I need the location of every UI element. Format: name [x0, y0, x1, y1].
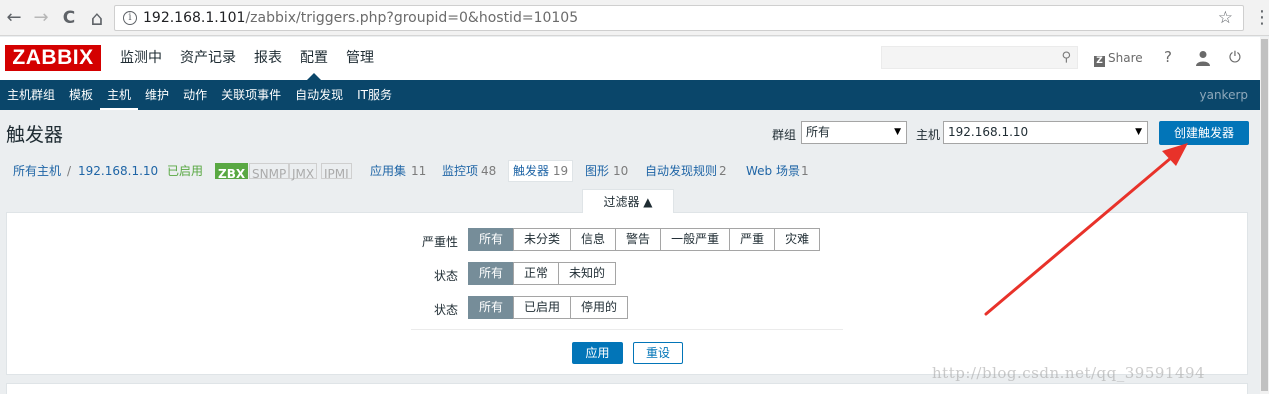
sign-out-icon[interactable]: ⏻ — [1229, 48, 1241, 66]
severity-all[interactable]: 所有 — [468, 228, 515, 251]
applications-link[interactable]: 应用集 — [370, 161, 406, 181]
subnav-it-services[interactable]: IT服务 — [350, 80, 399, 110]
state-all[interactable]: 所有 — [468, 262, 515, 285]
state-segmented-control: 所有 正常 未知的 — [468, 262, 617, 285]
host-label: 主机 — [916, 128, 941, 142]
state-unknown[interactable]: 未知的 — [558, 262, 617, 285]
url-host: 192.168.1.101 — [143, 10, 246, 26]
share-icon: Z — [1094, 56, 1105, 67]
host-breadcrumb: 所有主机 / 192.168.1.10 已启用 ZBX SNMP JMX IPM… — [0, 160, 1260, 182]
items-count: 48 — [481, 164, 497, 178]
triggers-list-panel — [6, 383, 1248, 394]
severity-information[interactable]: 信息 — [570, 228, 617, 251]
severity-average[interactable]: 一般严重 — [660, 228, 731, 251]
menu-monitoring[interactable]: 监测中 — [111, 37, 171, 80]
url-path: /zabbix/triggers.php?groupid=0&hostid=10… — [245, 10, 579, 26]
triggers-link: 触发器 — [513, 164, 550, 178]
group-select[interactable]: 所有 ▼ — [801, 121, 907, 144]
browser-toolbar: ← → C ⌂ i 192.168.1.101/zabbix/triggers.… — [0, 0, 1269, 36]
triggers-count: 19 — [552, 164, 569, 178]
status-disabled[interactable]: 停用的 — [570, 296, 629, 319]
web-scenarios-link[interactable]: Web 场景 — [746, 161, 800, 181]
zbx-availability-badge: ZBX — [215, 163, 249, 181]
url-text[interactable]: 192.168.1.101/zabbix/triggers.php?groupi… — [143, 10, 578, 26]
subnav-discovery[interactable]: 自动发现 — [288, 80, 350, 110]
applications-count: 11 — [411, 164, 427, 178]
host-select-value: 192.168.1.10 — [948, 125, 1029, 139]
web-scenarios-count: 1 — [801, 164, 809, 178]
search-input[interactable]: ⚲ — [881, 46, 1078, 69]
severity-high[interactable]: 严重 — [729, 228, 776, 251]
triggers-tab[interactable]: 触发器 19 — [508, 160, 573, 182]
discovery-rules-count: 2 — [719, 164, 727, 178]
jmx-availability-badge: JMX — [289, 163, 318, 181]
ipmi-availability-badge: IPMI — [321, 163, 352, 181]
graphs-link[interactable]: 图形 — [585, 161, 609, 181]
host-select[interactable]: 192.168.1.10 ▼ — [943, 121, 1148, 144]
filter-toggle-tab[interactable]: 过滤器 ▲ — [582, 189, 674, 213]
scrollbar-thumb[interactable] — [1261, 39, 1268, 391]
create-trigger-button[interactable]: 创建触发器 — [1159, 121, 1249, 145]
page-scrollbar[interactable] — [1260, 37, 1269, 394]
menu-configuration[interactable]: 配置 — [291, 37, 337, 80]
share-button[interactable]: Z Share — [1094, 49, 1143, 67]
filter-divider — [411, 329, 843, 330]
severity-segmented-control: 所有 未分类 信息 警告 一般严重 严重 灾难 — [468, 228, 821, 251]
reset-button[interactable]: 重设 — [633, 342, 683, 364]
sub-navigation: 主机群组 模板 主机 维护 动作 关联项事件 自动发现 IT服务 yankerp — [0, 80, 1260, 110]
chevron-down-icon: ▼ — [1135, 127, 1142, 137]
subnav-host-groups[interactable]: 主机群组 — [0, 80, 62, 110]
state-normal[interactable]: 正常 — [513, 262, 560, 285]
user-profile-icon[interactable] — [1196, 50, 1210, 66]
username: yankerp — [1199, 88, 1248, 102]
status-all[interactable]: 所有 — [468, 296, 515, 319]
subnav-actions[interactable]: 动作 — [176, 80, 214, 110]
menu-administration[interactable]: 管理 — [337, 37, 383, 80]
menu-inventory[interactable]: 资产记录 — [171, 37, 245, 80]
address-bar[interactable]: i 192.168.1.101/zabbix/triggers.php?grou… — [114, 5, 1244, 31]
chevron-down-icon: ▼ — [894, 127, 901, 137]
search-icon[interactable]: ⚲ — [1061, 50, 1071, 65]
subnav-templates[interactable]: 模板 — [62, 80, 100, 110]
watermark: http://blog.csdn.net/qq_39591494 — [932, 364, 1206, 382]
group-label: 群组 — [772, 128, 797, 142]
snmp-availability-badge: SNMP — [249, 163, 290, 181]
graphs-count: 10 — [613, 164, 629, 178]
subnav-maintenance[interactable]: 维护 — [138, 80, 176, 110]
severity-disaster[interactable]: 灾难 — [774, 228, 821, 251]
share-label: Share — [1108, 51, 1143, 65]
bookmark-star-icon[interactable]: ☆ — [1218, 8, 1233, 28]
group-select-value: 所有 — [806, 125, 831, 139]
severity-not-classified[interactable]: 未分类 — [513, 228, 572, 251]
subnav-event-correlation[interactable]: 关联项事件 — [214, 80, 288, 110]
info-icon[interactable]: i — [123, 11, 137, 25]
severity-warning[interactable]: 警告 — [615, 228, 662, 251]
back-icon[interactable]: ← — [2, 6, 26, 30]
zabbix-logo[interactable]: ZABBIX — [5, 45, 101, 71]
top-header: ZABBIX 监测中 资产记录 报表 配置 管理 ⚲ Z Share ? ⏻ — [0, 37, 1269, 80]
reload-icon[interactable]: C — [57, 6, 81, 30]
menu-reports[interactable]: 报表 — [245, 37, 291, 80]
help-icon[interactable]: ? — [1164, 48, 1172, 66]
items-link[interactable]: 监控项 — [442, 161, 478, 181]
subnav-hosts[interactable]: 主机 — [100, 80, 139, 110]
discovery-rules-link[interactable]: 自动发现规则 — [645, 161, 717, 181]
status-enabled[interactable]: 已启用 — [513, 296, 572, 319]
browser-menu-icon[interactable]: ⋮ — [1253, 6, 1269, 30]
all-hosts-link[interactable]: 所有主机 — [13, 161, 61, 181]
state-label: 状态 — [433, 269, 458, 283]
status-label: 状态 — [433, 303, 458, 317]
status-segmented-control: 所有 已启用 停用的 — [468, 296, 629, 319]
main-menu: 监测中 资产记录 报表 配置 管理 — [111, 37, 383, 80]
host-link[interactable]: 192.168.1.10 — [78, 161, 158, 181]
home-icon[interactable]: ⌂ — [85, 6, 109, 30]
host-status-enabled[interactable]: 已启用 — [167, 161, 203, 181]
apply-button[interactable]: 应用 — [572, 342, 623, 364]
severity-label: 严重性 — [421, 235, 458, 249]
forward-icon[interactable]: → — [29, 6, 53, 30]
breadcrumb-separator: / — [67, 164, 72, 178]
page-title: 触发器 — [6, 124, 64, 146]
